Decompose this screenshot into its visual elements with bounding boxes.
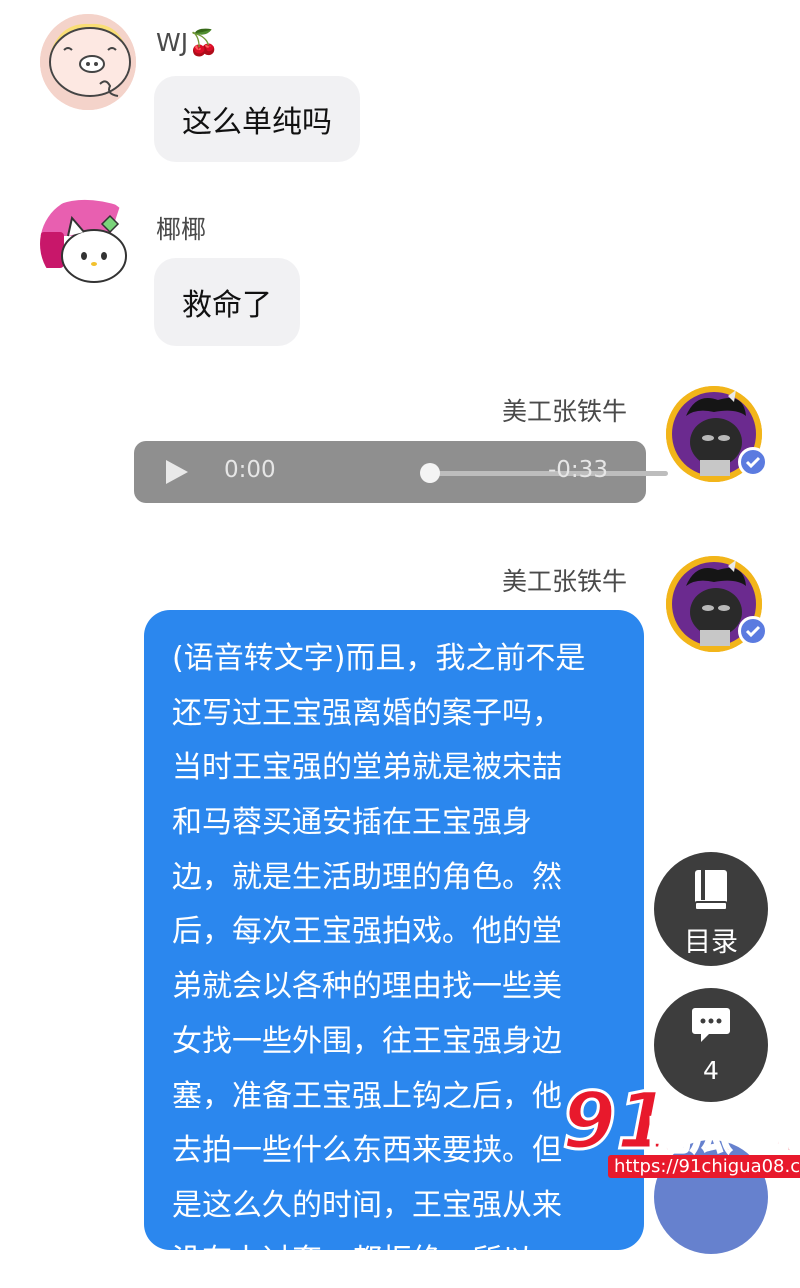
transcript-line: 女找一些外围，往王宝强身边 bbox=[172, 1023, 562, 1059]
voice-message-player[interactable]: 0:00 -0:33 bbox=[134, 441, 668, 503]
message-bubble[interactable]: 这么单纯吗 bbox=[154, 76, 360, 162]
transcript-line: 边，就是生活助理的角色。然 bbox=[172, 859, 562, 895]
transcript-line: 和马蓉买通安插在王宝强身 bbox=[172, 805, 532, 841]
kitty-avatar-icon bbox=[40, 196, 136, 292]
transcript-line: 后，每次王宝强拍戏。他的堂 bbox=[172, 914, 562, 950]
message-bubble[interactable]: 救命了 bbox=[154, 258, 300, 346]
transcript-line: 弟就会以各种的理由找一些美 bbox=[172, 969, 562, 1005]
verified-badge-icon bbox=[738, 447, 768, 477]
message-text: 救命了 bbox=[182, 288, 272, 323]
sender-avatar-wj[interactable] bbox=[40, 14, 136, 110]
audio-remaining: -0:33 bbox=[548, 457, 608, 483]
cherry-emoji-icon: 🍒 bbox=[188, 28, 220, 57]
transcript-line: 还写过王宝强离婚的案子吗， bbox=[172, 695, 562, 731]
watermark-brand: 吃瓜中心 bbox=[647, 1109, 800, 1160]
audio-elapsed: 0:00 bbox=[224, 457, 276, 483]
sender-name: WJ🍒 bbox=[156, 28, 220, 57]
comment-icon bbox=[692, 1008, 730, 1042]
message-text: 这么单纯吗 bbox=[182, 105, 332, 140]
comment-count: 4 bbox=[703, 1056, 719, 1085]
pig-avatar-icon bbox=[40, 14, 136, 110]
table-of-contents-button[interactable]: 目录 bbox=[654, 852, 768, 966]
sender-avatar-yeye[interactable] bbox=[40, 196, 136, 292]
book-icon bbox=[694, 870, 728, 911]
sender-name: 椰椰 bbox=[156, 215, 207, 244]
play-icon[interactable] bbox=[166, 460, 188, 484]
sender-name: 美工张铁牛 bbox=[502, 567, 628, 596]
verified-badge-icon bbox=[738, 616, 768, 646]
site-watermark: 91 吃瓜中心 https://91chigua08.com bbox=[561, 1082, 800, 1200]
audio-progress-handle[interactable] bbox=[420, 463, 440, 483]
sender-name: 美工张铁牛 bbox=[502, 397, 628, 426]
watermark-url: https://91chigua08.com bbox=[608, 1155, 800, 1178]
transcript-line: (语音转文字)而且，我之前不是 bbox=[172, 641, 586, 676]
transcript-line: 当时王宝强的堂弟就是被宋喆 bbox=[172, 750, 562, 786]
transcript-line: 没有上过套，都拒绝。所以一 bbox=[172, 1242, 562, 1278]
toc-label: 目录 bbox=[684, 927, 738, 958]
